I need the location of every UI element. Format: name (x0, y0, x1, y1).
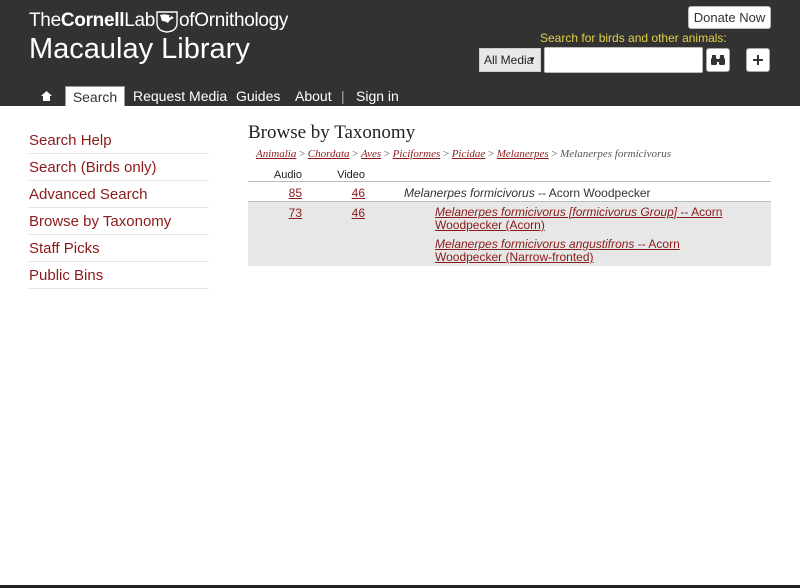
cornell-lab-logo[interactable]: The Cornell Lab of Ornithology (29, 8, 288, 34)
breadcrumb-separator: > (351, 148, 359, 160)
logo-lab: Lab (124, 10, 156, 31)
column-header-audio: Audio (273, 169, 302, 181)
table-row: 85 46 Melanerpes formicivorus -- Acorn W… (248, 182, 771, 202)
media-type-select[interactable]: All Media ▼ (479, 48, 541, 72)
breadcrumb-link[interactable]: Picidae (452, 148, 486, 160)
plus-icon (753, 55, 763, 65)
sidebar: Search Help Search (Birds only) Advanced… (29, 127, 209, 289)
sidebar-item-advanced-search[interactable]: Advanced Search (29, 181, 209, 208)
nav-tab-request-media[interactable]: Request Media (133, 86, 227, 106)
breadcrumb-separator: > (442, 148, 450, 160)
site-title[interactable]: Macaulay Library (29, 33, 250, 66)
nav-home[interactable] (39, 86, 53, 106)
bird-logo-icon (156, 11, 178, 33)
main-content: Browse by Taxonomy Animalia > Chordata > Ave… (248, 122, 771, 266)
taxonomy-table: Audio Video 85 46 Melanerpes formicivoru… (248, 168, 771, 266)
taxon-name: Melanerpes formicivorus -- Acorn Woodpec… (404, 186, 651, 200)
nav-tab-guides[interactable]: Guides (236, 86, 280, 106)
taxon-common-name: -- Acorn Woodpecker (534, 186, 651, 200)
column-header-video: Video (337, 169, 365, 181)
breadcrumb-current: Melanerpes formicivorus (560, 148, 672, 160)
table-row: 73 46 Melanerpes formicivorus [formicivo… (248, 202, 771, 266)
donate-button[interactable]: Donate Now (688, 6, 771, 29)
breadcrumb-separator: > (383, 148, 391, 160)
nav-separator: | (341, 88, 345, 104)
logo-the: The (29, 10, 61, 31)
subspecies-scientific-name: Melanerpes formicivorus [formicivorus Gr… (435, 205, 678, 219)
sidebar-item-search-help[interactable]: Search Help (29, 127, 209, 154)
home-icon (40, 91, 52, 101)
logo-of: of (179, 10, 195, 31)
breadcrumb-separator: > (487, 148, 495, 160)
breadcrumb-link[interactable]: Animalia (256, 148, 296, 160)
logo-ornithology: Ornithology (194, 10, 289, 31)
breadcrumb-link[interactable]: Piciformes (393, 148, 441, 160)
subspecies-link[interactable]: Melanerpes formicivorus angustifrons -- … (435, 238, 735, 264)
page-title: Browse by Taxonomy (248, 122, 416, 143)
audio-count-link[interactable]: 85 (289, 186, 302, 200)
video-count-link[interactable]: 46 (352, 206, 365, 220)
sidebar-item-staff-picks[interactable]: Staff Picks (29, 235, 209, 262)
binoculars-icon (711, 55, 725, 65)
caret-down-icon: ▼ (528, 55, 536, 64)
sidebar-item-browse-by-taxonomy[interactable]: Browse by Taxonomy (29, 208, 209, 235)
breadcrumb: Animalia > Chordata > Aves > Piciformes > Picida… (248, 148, 771, 160)
breadcrumb-separator: > (298, 148, 306, 160)
breadcrumb-link[interactable]: Chordata (308, 148, 350, 160)
nav-tab-search[interactable]: Search (65, 86, 125, 106)
breadcrumb-link[interactable]: Aves (361, 148, 381, 160)
nav-tab-about[interactable]: About (295, 86, 332, 106)
video-count-link[interactable]: 46 (352, 186, 365, 200)
audio-count-link[interactable]: 73 (289, 206, 302, 220)
sidebar-item-search-birds-only[interactable]: Search (Birds only) (29, 154, 209, 181)
media-select-value: All Media (484, 53, 534, 67)
sidebar-item-public-bins[interactable]: Public Bins (29, 262, 209, 289)
search-label: Search for birds and other animals: (540, 31, 727, 45)
subspecies-scientific-name: Melanerpes formicivorus angustifrons (435, 237, 635, 251)
breadcrumb-link[interactable]: Melanerpes (497, 148, 549, 160)
main-nav: Search Request Media Guides About | Sign… (0, 86, 800, 106)
logo-cornell: Cornell (60, 10, 125, 31)
subspecies-link[interactable]: Melanerpes formicivorus [formicivorus Gr… (435, 206, 735, 232)
site-header: The Cornell Lab of Ornithology Macaulay Lib… (0, 0, 800, 106)
search-input[interactable] (544, 47, 703, 73)
add-button[interactable] (746, 48, 770, 72)
taxon-scientific-name: Melanerpes formicivorus (404, 186, 535, 200)
nav-sign-in[interactable]: Sign in (356, 86, 399, 106)
table-header: Audio Video (248, 168, 771, 182)
search-button[interactable] (706, 48, 730, 72)
breadcrumb-separator: > (550, 148, 559, 160)
